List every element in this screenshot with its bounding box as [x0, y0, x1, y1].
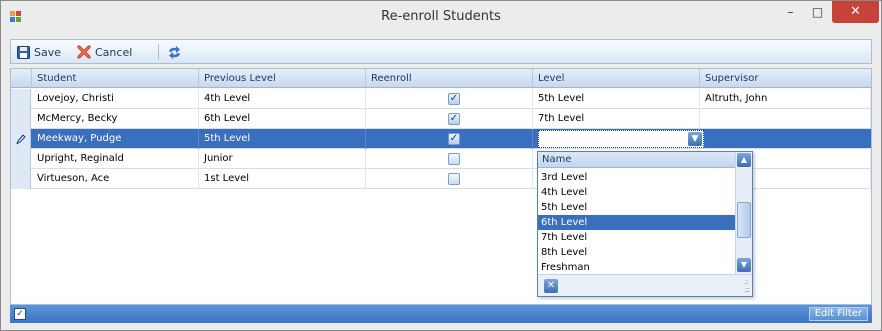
previous-level-cell[interactable]: 5th Level: [199, 129, 366, 149]
column-header-reenroll[interactable]: Reenroll: [366, 69, 533, 88]
scrollbar-thumb[interactable]: [737, 202, 751, 238]
level-combobox-editor[interactable]: ▼: [538, 130, 704, 148]
reenroll-cell: ✓: [366, 129, 533, 149]
reenroll-cell: [366, 169, 533, 189]
supervisor-cell[interactable]: [700, 109, 871, 129]
grid-header: Student Previous Level Reenroll Level Su…: [11, 69, 871, 88]
column-header-supervisor[interactable]: Supervisor: [700, 69, 871, 88]
column-header-level[interactable]: Level: [533, 69, 700, 88]
close-icon[interactable]: ✕: [544, 279, 558, 293]
previous-level-cell[interactable]: Junior: [199, 149, 366, 169]
scroll-up-icon[interactable]: ▲: [737, 153, 751, 167]
refresh-arrows-icon: [169, 45, 180, 59]
resize-grip-icon[interactable]: .:.::: [744, 278, 750, 294]
student-cell[interactable]: Upright, Reginald: [32, 149, 199, 169]
dropdown-footer: ✕ .:.::: [538, 274, 752, 296]
dropdown-item-highlighted[interactable]: 6th Level: [538, 215, 735, 230]
column-header-student[interactable]: Student: [32, 69, 199, 88]
reenroll-checkbox[interactable]: [448, 153, 460, 165]
dropdown-scrollbar[interactable]: ▲ ▼: [735, 152, 752, 274]
toolbar-separator: [158, 44, 159, 60]
student-cell[interactable]: Meekway, Pudge: [32, 129, 199, 149]
save-label: Save: [34, 45, 62, 59]
dropdown-item[interactable]: 8th Level: [538, 245, 735, 260]
refresh-button[interactable]: [167, 44, 182, 60]
table-row[interactable]: Lovejoy, Christi 4th Level ✓ 5th Level A…: [11, 89, 871, 109]
level-dropdown-popup: Name 3rd Level 4th Level 5th Level 6th L…: [537, 151, 753, 297]
row-selector[interactable]: [11, 109, 31, 129]
save-button[interactable]: Save: [17, 44, 61, 60]
window-title: Re-enroll Students: [381, 9, 501, 24]
reenroll-cell: [366, 149, 533, 169]
minimize-button[interactable]: –: [777, 1, 804, 23]
filter-bar: ✓ Edit Filter: [10, 305, 872, 323]
row-selector-header: [11, 69, 32, 88]
reenroll-checkbox[interactable]: ✓: [448, 133, 460, 145]
re-enroll-window: Re-enroll Students – □ ✕ Save Cancel Stu…: [0, 0, 882, 331]
reenroll-checkbox[interactable]: ✓: [448, 93, 460, 105]
row-selector[interactable]: [11, 149, 31, 169]
scroll-down-icon[interactable]: ▼: [737, 258, 751, 272]
dropdown-item[interactable]: 5th Level: [538, 200, 735, 215]
level-cell[interactable]: 5th Level: [533, 89, 700, 109]
column-header-previous-level[interactable]: Previous Level: [199, 69, 366, 88]
dropdown-column-header[interactable]: Name: [538, 152, 735, 168]
student-cell[interactable]: Virtueson, Ace: [32, 169, 199, 189]
dropdown-item[interactable]: 4th Level: [538, 185, 735, 200]
table-row-selected[interactable]: Meekway, Pudge 5th Level ✓ ▼: [11, 129, 871, 149]
filter-enabled-checkbox[interactable]: ✓: [14, 308, 26, 320]
student-cell[interactable]: McMercy, Becky: [32, 109, 199, 129]
close-button[interactable]: ✕: [832, 1, 879, 23]
row-selector[interactable]: [11, 169, 31, 189]
supervisor-cell[interactable]: [700, 129, 871, 149]
table-row[interactable]: McMercy, Becky 6th Level ✓ 7th Level: [11, 109, 871, 129]
pencil-edit-icon: [16, 134, 26, 145]
title-bar[interactable]: Re-enroll Students – □ ✕: [1, 1, 881, 33]
floppy-disk-icon: [17, 45, 30, 59]
supervisor-cell[interactable]: Altruth, John: [700, 89, 871, 109]
reenroll-checkbox[interactable]: [448, 173, 460, 185]
cancel-label: Cancel: [95, 45, 133, 59]
reenroll-checkbox[interactable]: ✓: [448, 113, 460, 125]
cancel-button[interactable]: Cancel: [77, 44, 132, 60]
row-selector[interactable]: [11, 129, 31, 149]
row-selector[interactable]: [11, 89, 31, 109]
maximize-button[interactable]: □: [804, 1, 831, 23]
previous-level-cell[interactable]: 1st Level: [199, 169, 366, 189]
edit-filter-button[interactable]: Edit Filter: [808, 307, 868, 321]
toolbar: Save Cancel: [10, 39, 872, 64]
reenroll-cell: ✓: [366, 89, 533, 109]
previous-level-cell[interactable]: 4th Level: [199, 89, 366, 109]
previous-level-cell[interactable]: 6th Level: [199, 109, 366, 129]
level-cell[interactable]: 7th Level: [533, 109, 700, 129]
student-cell[interactable]: Lovejoy, Christi: [32, 89, 199, 109]
dropdown-item[interactable]: 7th Level: [538, 230, 735, 245]
dropdown-item[interactable]: 3rd Level: [538, 170, 735, 185]
reenroll-cell: ✓: [366, 109, 533, 129]
dropdown-item[interactable]: Freshman: [538, 260, 735, 274]
red-x-icon: [77, 45, 91, 59]
